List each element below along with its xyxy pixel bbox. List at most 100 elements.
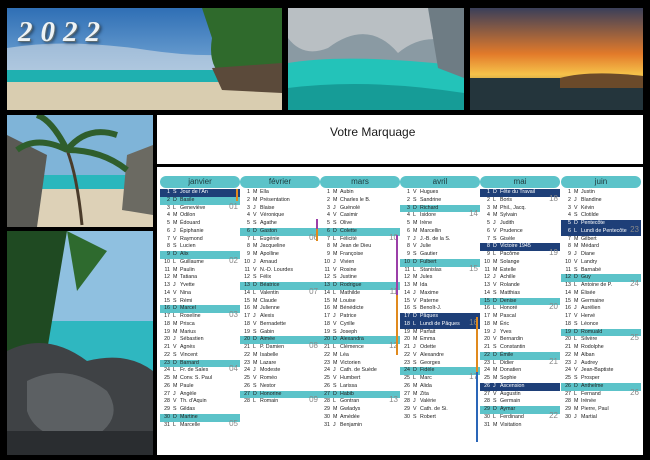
day-number: 17 (484, 313, 490, 319)
day-number: 8 (407, 243, 410, 250)
weekday-letter: D (413, 313, 417, 319)
week-number: 26 (630, 387, 639, 397)
day-row: 6 L Lundi de Pentecôte 23 (561, 225, 641, 236)
day-number: 23 (484, 359, 490, 366)
day-row: 22 M Isabelle (240, 352, 320, 360)
day-row: 9 M Apolline (240, 251, 320, 259)
saint-name: Béatrice (260, 282, 280, 288)
week-number: 05 (229, 418, 238, 428)
weekday-letter: S (173, 243, 177, 250)
day-row: 6 M Marcellin (400, 228, 480, 236)
day-row: 15 M Claude (240, 298, 320, 306)
weekday-letter: M (413, 282, 418, 288)
day-number: 26 (565, 382, 571, 389)
day-row: 19 S Joseph (320, 329, 400, 337)
weekday-letter: J (173, 227, 176, 234)
day-row: 4 L Isidore 14 (400, 210, 480, 220)
day-row: 1 M Justin (561, 189, 641, 197)
weekday-letter: M (574, 344, 579, 350)
saint-name: Louise (340, 297, 356, 304)
weekday-letter: M (574, 235, 579, 242)
weekday-letter: M (333, 196, 338, 203)
saint-name: Cath. de Suède (340, 367, 377, 374)
day-row: 12 M Tatiana (160, 274, 240, 282)
day-number: 19 (324, 328, 330, 335)
day-row: 15 M Germaine (561, 298, 641, 306)
day-number: 28 (484, 398, 490, 405)
weekday-letter: M (333, 189, 338, 195)
day-row: 26 J Ascension (480, 382, 560, 391)
weekday-letter: D (413, 367, 417, 374)
saint-name: Pascal (500, 313, 516, 319)
day-row: 6 V Prudence (480, 228, 560, 236)
month-header: mars (320, 176, 400, 188)
day-row: 17 M Pascal (480, 313, 560, 321)
day-row: 14 L Mathilde 11 (320, 287, 400, 298)
day-row: 18 M Éric (480, 321, 560, 329)
day-row: 27 D Habib (320, 390, 400, 399)
day-number: 15 (324, 297, 330, 304)
weekday-letter: M (253, 351, 258, 358)
day-row: 28 S Germain (480, 398, 560, 406)
saint-name: Robert (420, 413, 436, 420)
day-number: 3 (407, 204, 410, 211)
saint-name: Anthelme (581, 382, 604, 389)
weekday-letter: D (173, 305, 177, 312)
day-number: 15 (565, 297, 571, 304)
day-row: 8 M Jean de Dieu (320, 243, 400, 251)
day-number: 7 (487, 235, 490, 242)
saint-name: Georges (420, 359, 441, 366)
day-number: 20 (244, 336, 250, 343)
saint-name: Ida (420, 282, 428, 288)
day-number: 10 (324, 258, 330, 265)
saint-name: Prisca (180, 320, 195, 327)
weekday-letter: D (253, 336, 257, 343)
week-number: 02 (229, 255, 238, 265)
day-row: 7 V Raymond (160, 236, 240, 244)
weekday-letter: M (253, 305, 258, 312)
day-row: 22 M Léa (320, 352, 400, 360)
saint-name: Colette (340, 227, 357, 234)
weekday-letter: L (493, 251, 496, 257)
day-row: 25 M Conv. S. Paul (160, 375, 240, 383)
vacation-bar (396, 295, 398, 355)
day-number: 14 (164, 289, 170, 296)
day-row: 6 J Épiphanie (160, 228, 240, 236)
saint-name: Clémence (340, 344, 364, 350)
day-number: 15 (484, 297, 490, 304)
day-number: 25 (244, 375, 250, 381)
month-header: mai (480, 176, 560, 188)
saint-name: Cath. de Si. (420, 406, 448, 412)
weekday-letter: M (574, 189, 579, 195)
day-number: 12 (404, 274, 410, 281)
saint-name: Gaston (260, 227, 278, 234)
day-row: 12 S Justine (320, 274, 400, 282)
day-number: 22 (164, 351, 170, 358)
weekday-letter: V (493, 336, 497, 343)
saint-name: Romain (260, 398, 279, 405)
sunset-photo (470, 8, 643, 110)
day-number: 24 (244, 367, 250, 374)
day-row: 10 J Vivien (320, 259, 400, 267)
day-number: 20 (565, 336, 571, 343)
day-row: 16 D Marcel (160, 305, 240, 313)
weekday-letter: M (574, 289, 579, 296)
weekday-letter: L (173, 421, 176, 428)
saint-name: Alexandre (420, 351, 444, 358)
day-row: 5 M Irène (400, 220, 480, 228)
day-number: 17 (164, 313, 170, 319)
day-number: 21 (164, 344, 170, 350)
weekday-letter: V (413, 297, 417, 304)
saint-name: Agnès (180, 344, 196, 350)
month-4: mai 1 D Fête du Travail 2 L Boris 18 3 M Phil., Ja… (480, 176, 560, 429)
weekday-letter: J (574, 305, 577, 312)
saint-name: Rodrigue (340, 282, 362, 288)
day-row: 5 M Édouard (160, 220, 240, 228)
weekday-letter: D (493, 243, 497, 250)
day-number: 21 (484, 344, 490, 350)
day-row: 20 D Alexandra (320, 336, 400, 344)
weekday-letter: M (173, 266, 178, 273)
day-number: 13 (404, 282, 410, 288)
saint-name: P. Damien (260, 344, 285, 350)
saint-name: Aubin (340, 189, 354, 195)
